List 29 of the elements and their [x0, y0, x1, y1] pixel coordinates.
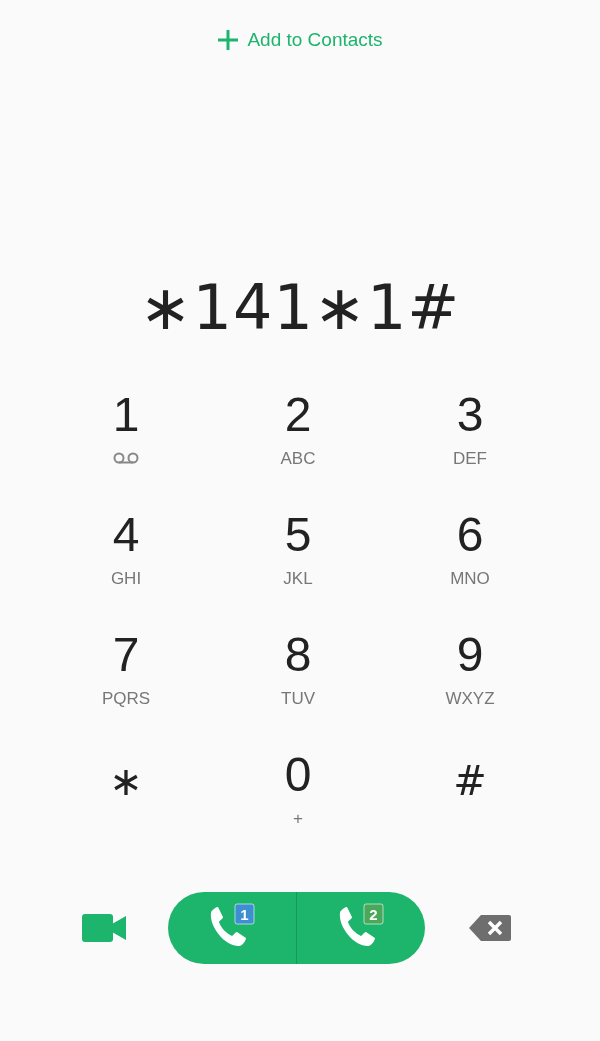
key-letters: +	[293, 808, 303, 830]
dial-key[interactable]: 3	[442, 387, 498, 443]
sim-badge: 2	[363, 903, 384, 925]
dialed-number: ∗141∗1#	[139, 270, 461, 344]
key-letters: ABC	[280, 448, 316, 470]
dial-key[interactable]: 5	[270, 507, 326, 563]
dial-key[interactable]: ∗	[95, 747, 157, 809]
dial-key[interactable]: 6	[442, 507, 498, 563]
key-letters: MNO	[450, 568, 490, 590]
video-call-icon[interactable]	[82, 914, 126, 942]
key-letters: PQRS	[101, 688, 151, 710]
key-letters: JKL	[283, 568, 313, 590]
voicemail-icon	[112, 452, 140, 464]
key-letters: TUV	[281, 688, 315, 710]
dial-key[interactable]: 8	[270, 627, 326, 683]
dial-key[interactable]: 9	[442, 627, 498, 683]
dial-key[interactable]: #	[439, 747, 501, 809]
backspace-icon[interactable]	[469, 915, 511, 941]
dial-key[interactable]: 7	[98, 627, 154, 683]
dial-key[interactable]: 2	[270, 387, 326, 443]
dial-key[interactable]: 4	[98, 507, 154, 563]
dial-key[interactable]: 1	[98, 387, 154, 443]
phone-icon	[339, 907, 375, 946]
dial-key[interactable]: 0	[270, 747, 326, 803]
key-letters: DEF	[453, 448, 487, 470]
sim-badge: 1	[234, 903, 255, 925]
key-letters: WXYZ	[445, 688, 495, 710]
plus-icon	[217, 29, 240, 51]
key-letters: GHI	[110, 568, 142, 590]
